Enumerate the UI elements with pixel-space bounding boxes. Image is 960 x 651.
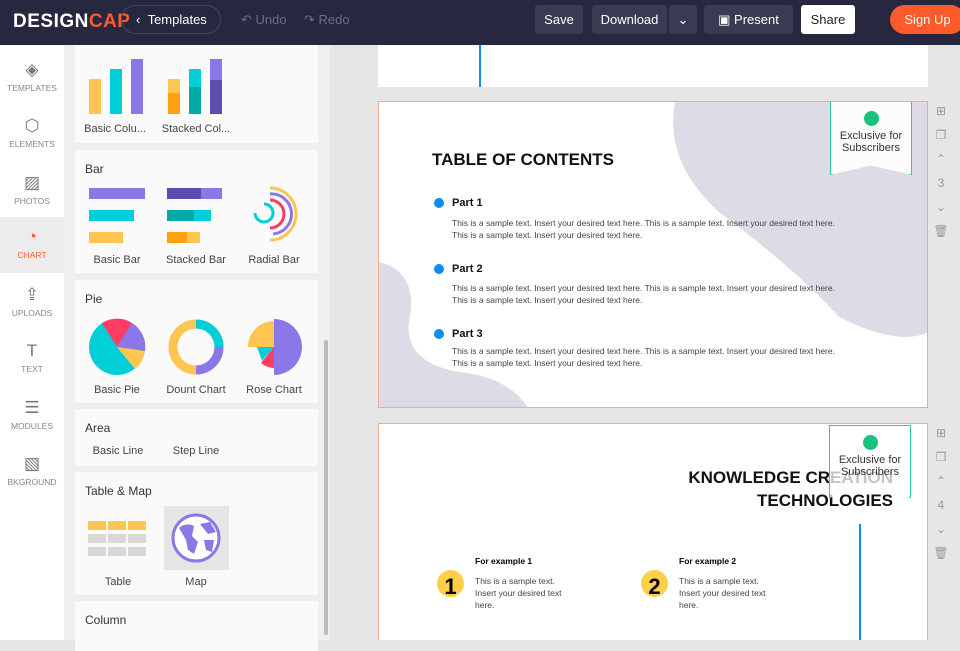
save-button[interactable]: Save	[535, 5, 583, 34]
chart-panel: Basic Colu... Stacked Col... Bar Basic B…	[64, 45, 330, 651]
page-number: 3	[937, 176, 945, 190]
add-page-icon[interactable]: ⊞	[933, 104, 949, 128]
rail-uploads[interactable]: ⇪ UPLOADS	[0, 275, 64, 331]
rail-background[interactable]: ▧ BKGROUND	[0, 444, 64, 500]
elements-icon: ⬡	[24, 116, 40, 135]
rail-text[interactable]: T TEXT	[0, 331, 64, 387]
list-icon: ☰	[24, 398, 40, 417]
globe-icon	[171, 513, 221, 563]
column-chart-thumbnails[interactable]	[87, 57, 237, 117]
photo-icon: ▨	[23, 173, 41, 192]
table-item[interactable]: Table	[78, 576, 158, 588]
basic-bar-item[interactable]: Basic Bar	[77, 254, 157, 266]
example-2-text[interactable]: This is a sample text. Insert your desir…	[679, 575, 779, 611]
duplicate-page-icon[interactable]: ❐	[933, 450, 949, 474]
undo-icon: ↶	[241, 12, 256, 27]
delete-page-icon[interactable]: 🗑	[933, 546, 949, 570]
basic-column-item[interactable]: Basic Colu...	[75, 123, 155, 135]
stacked-column-item[interactable]: Stacked Col...	[156, 123, 236, 135]
subscriber-badge: Exclusive for Subscribers	[830, 102, 912, 175]
page-3[interactable]: TABLE OF CONTENTS Part 1 This is a sampl…	[378, 101, 928, 408]
page-4-tools: ⊞ ❐ ⌃ 4 ⌄ 🗑	[933, 426, 949, 570]
text-icon: T	[26, 341, 38, 360]
panel-scrollbar[interactable]	[324, 340, 328, 635]
rail-photos[interactable]: ▨ PHOTOS	[0, 163, 64, 219]
table-map-card: Table & Map Table Map	[75, 472, 318, 595]
templates-back-button[interactable]: ‹ Templates	[121, 5, 221, 34]
part-3-text[interactable]: This is a sample text. Insert your desir…	[452, 345, 837, 369]
download-button[interactable]: Download	[592, 5, 667, 34]
number-circle-1: 1	[437, 570, 464, 599]
delete-page-icon[interactable]: 🗑	[933, 224, 949, 248]
top-bar: DESIGNCAP ‹ Templates ↶ Undo ↷ Redo Save…	[0, 0, 960, 45]
page-title[interactable]: TABLE OF CONTENTS	[432, 150, 614, 170]
undo-button[interactable]: ↶ Undo	[241, 12, 287, 28]
table-thumbnail[interactable]	[88, 521, 148, 561]
page-4[interactable]: KNOWLEDGE CREATION TECHNOLOGIES 1 For exa…	[378, 423, 928, 640]
rose-chart-item[interactable]: Rose Chart	[234, 384, 314, 396]
duplicate-page-icon[interactable]: ❐	[933, 128, 949, 152]
diamond-icon	[863, 111, 879, 126]
left-rail: ◈ TEMPLATES ⬡ ELEMENTS ▨ PHOTOS ◔ CHART ⇪ UPL…	[0, 45, 64, 640]
redo-button[interactable]: ↷ Redo	[304, 12, 350, 28]
move-down-icon[interactable]: ⌄	[933, 200, 949, 224]
pie-card: Pie Basic Pie Dount Chart Rose Chart	[75, 280, 318, 403]
move-up-icon[interactable]: ⌃	[933, 474, 949, 498]
share-button[interactable]: Share	[801, 5, 855, 34]
map-thumbnail[interactable]	[164, 506, 229, 570]
stacked-bar-item[interactable]: Stacked Bar	[156, 254, 236, 266]
bar-chart-thumbnails[interactable]	[87, 186, 317, 248]
bar-heading: Bar	[85, 162, 104, 176]
rail-modules[interactable]: ☰ MODULES	[0, 388, 64, 444]
rail-elements[interactable]: ⬡ ELEMENTS	[0, 106, 64, 162]
page-2-bottom	[378, 45, 928, 87]
pie-chart-icon: ◔	[26, 227, 38, 246]
layers-icon: ◈	[25, 60, 39, 79]
present-icon: ▣	[718, 12, 735, 27]
basic-line-item[interactable]: Basic Line	[78, 445, 158, 457]
part-1-text[interactable]: This is a sample text. Insert your desir…	[452, 217, 837, 241]
present-button[interactable]: ▣ Present	[704, 5, 793, 34]
area-card: Area Basic Line Step Line	[75, 409, 318, 466]
rail-chart[interactable]: ◔ CHART	[0, 217, 64, 273]
divider-line	[479, 45, 481, 87]
chevron-left-icon: ‹	[136, 12, 148, 27]
example-1-text[interactable]: This is a sample text. Insert your desir…	[475, 575, 575, 611]
example-1-title[interactable]: For example 1	[475, 556, 532, 566]
sign-up-button[interactable]: Sign Up	[890, 5, 960, 34]
subscriber-badge: Exclusive for Subscribers	[829, 425, 911, 498]
divider-line	[859, 524, 861, 640]
bar-card: Bar Basic Bar Stacked Bar Radial Bar	[75, 150, 318, 273]
page-3-tools: ⊞ ❐ ⌃ 3 ⌄ 🗑	[933, 104, 949, 248]
part-2-text[interactable]: This is a sample text. Insert your desir…	[452, 282, 837, 306]
upload-icon: ⇪	[24, 285, 40, 304]
table-map-heading: Table & Map	[85, 484, 152, 498]
pie-chart-thumbnails[interactable]	[87, 316, 317, 378]
move-up-icon[interactable]: ⌃	[933, 152, 949, 176]
column-card: Column	[75, 601, 318, 651]
diamond-icon	[862, 435, 878, 450]
part-1-heading[interactable]: Part 1	[434, 197, 483, 209]
pie-heading: Pie	[85, 292, 103, 306]
area-heading: Area	[85, 421, 111, 435]
page-number: 4	[937, 498, 945, 512]
step-line-item[interactable]: Step Line	[156, 445, 236, 457]
basic-pie-item[interactable]: Basic Pie	[77, 384, 157, 396]
map-item[interactable]: Map	[156, 576, 236, 588]
background-icon: ▧	[23, 454, 41, 473]
radial-bar-item[interactable]: Radial Bar	[234, 254, 314, 266]
move-down-icon[interactable]: ⌄	[933, 522, 949, 546]
column-card-top: Basic Colu... Stacked Col...	[75, 45, 318, 143]
designcap-logo[interactable]: DESIGNCAP	[13, 11, 130, 33]
donut-chart-item[interactable]: Dount Chart	[156, 384, 236, 396]
column-heading: Column	[85, 613, 127, 627]
number-circle-2: 2	[641, 570, 668, 599]
example-2-title[interactable]: For example 2	[679, 556, 736, 566]
add-page-icon[interactable]: ⊞	[933, 426, 949, 450]
part-2-heading[interactable]: Part 2	[434, 263, 483, 275]
download-options-chevron-icon[interactable]: ⌄	[669, 5, 697, 34]
part-3-heading[interactable]: Part 3	[434, 328, 483, 340]
rail-templates[interactable]: ◈ TEMPLATES	[0, 50, 64, 106]
redo-icon: ↷	[304, 12, 319, 27]
